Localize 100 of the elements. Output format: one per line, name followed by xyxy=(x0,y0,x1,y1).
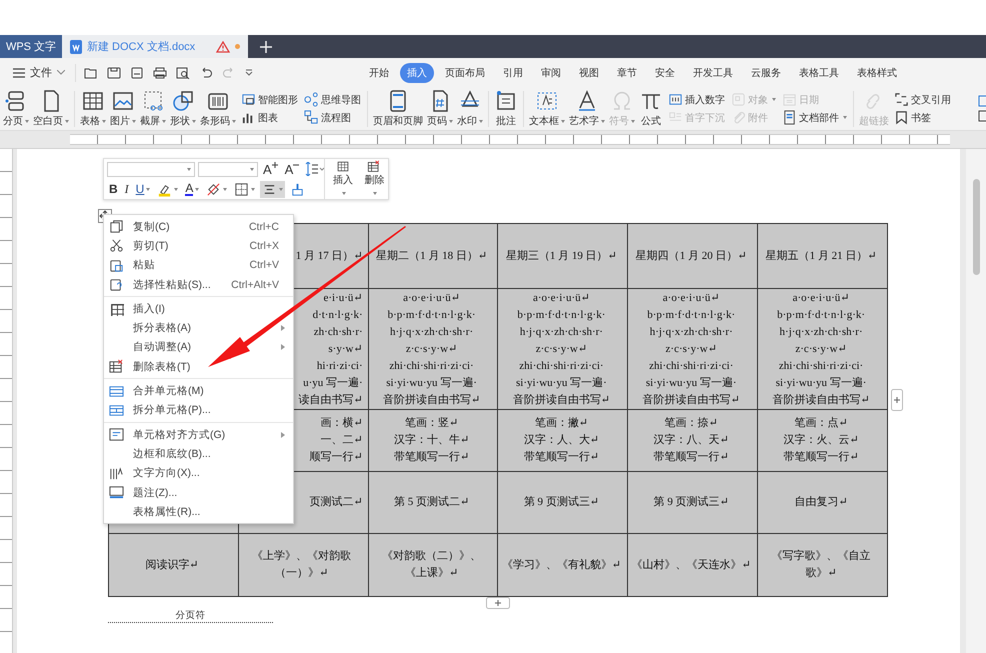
ribbon-tab[interactable]: 审阅 xyxy=(534,62,568,82)
ribbon-button[interactable]: 文本框 xyxy=(528,89,566,128)
table-cell: 阅读识字↵ xyxy=(108,534,238,596)
bold-button[interactable]: B xyxy=(107,180,120,198)
ribbon-tab[interactable]: 页面布局 xyxy=(438,62,492,82)
ribbon-button[interactable]: 空白页 xyxy=(32,89,70,128)
copy-icon xyxy=(109,219,124,234)
pdf-export-icon[interactable] xyxy=(130,66,144,78)
ribbon-tab[interactable]: 插入 xyxy=(400,62,434,82)
comment-icon xyxy=(494,89,518,113)
caret-icon xyxy=(57,70,65,75)
ribbon-button[interactable]: 条形码 xyxy=(199,89,237,128)
delete-table-button[interactable]: 删除 xyxy=(360,159,388,199)
underline-button[interactable]: U xyxy=(134,180,152,198)
app-tab[interactable]: WPS 文字 xyxy=(0,35,62,58)
minus-icon xyxy=(293,162,300,168)
table-cell: 笔画：竖↵ 汉字：十、牛↵ 带笔顺写一行↵ xyxy=(368,410,498,472)
table-cell: 星期二（1 月 18 日）↵ xyxy=(368,224,498,288)
painter-icon xyxy=(290,182,306,196)
ribbon-tab[interactable]: 表格样式 xyxy=(850,62,904,82)
merge-cells-icon xyxy=(109,384,124,399)
ribbon-button[interactable]: 插入数字 xyxy=(666,92,727,107)
ribbon-tab[interactable]: 视图 xyxy=(572,62,606,82)
split-cells-icon xyxy=(109,402,124,418)
open-folder-icon[interactable] xyxy=(84,66,98,78)
save-icon[interactable] xyxy=(107,66,121,78)
table-cell: 《山村》、《天连水》↵ xyxy=(628,534,758,596)
ribbon-button[interactable]: 批注 xyxy=(493,89,519,128)
table-cell: a·o·e·i·u·ü↵ b·p·m·f·d·t·n·l·g·k· h·j·q·x·zh·ch·sh·r· z·c·s·y·w↵ zhi·chi·shi·ri·zi·ci· si·yi·wu·yu 写一遍· 音阶拼读自由书写↵ xyxy=(758,288,888,410)
table-cell: 《对韵歌（二）》、 《上课》↵ xyxy=(368,534,498,596)
ribbon-button[interactable]: 艺术字 xyxy=(568,89,606,128)
new-tab-icon[interactable] xyxy=(260,40,272,52)
ribbon-button[interactable]: 形状 xyxy=(169,89,197,128)
ribbon-button[interactable]: 思维导图 xyxy=(302,92,363,107)
font-size-field[interactable] xyxy=(198,162,258,176)
caption-icon xyxy=(109,485,124,500)
number-icon xyxy=(668,92,683,107)
table-cell: 笔画：捺↵ 汉字：八、天↵ 带笔顺写一行↵ xyxy=(628,410,758,472)
grow-font-button[interactable]: A xyxy=(261,162,280,176)
shrink-font-button[interactable]: A xyxy=(282,162,302,176)
bookmark-icon xyxy=(894,110,909,125)
flowchart-icon xyxy=(304,110,319,125)
document-tab[interactable]: 新建 DOCX 文档.docx xyxy=(62,35,248,58)
ribbon-button[interactable]: 图片 xyxy=(109,89,137,128)
font-color-button[interactable]: A xyxy=(183,180,202,198)
table-cell: 第 5 页测试二↵ xyxy=(368,472,498,534)
font-name-field[interactable] xyxy=(107,162,195,176)
ribbon-button[interactable]: 交叉引用 xyxy=(892,92,953,107)
add-column-icon[interactable] xyxy=(891,389,903,411)
file-menu-button[interactable]: 文件 xyxy=(11,63,67,82)
italic-button[interactable]: I xyxy=(122,180,131,198)
align-icon xyxy=(109,427,124,442)
scrollbar[interactable] xyxy=(966,149,986,653)
document-icon xyxy=(70,40,82,54)
smart-graphic-icon xyxy=(241,92,256,107)
line-spacing-icon[interactable] xyxy=(304,162,324,176)
clipboard-question-icon xyxy=(109,277,124,292)
ribbon-tab[interactable]: 章节 xyxy=(610,62,644,82)
insert-table-button[interactable]: 插入 xyxy=(329,159,357,199)
plus-icon xyxy=(272,162,278,168)
ribbon-button[interactable]: 公式 xyxy=(638,89,664,128)
ribbon-button[interactable]: 流程图 xyxy=(302,110,363,125)
ribbon-tab[interactable]: 开发工具 xyxy=(686,62,740,82)
table-cell: 星期四（1 月 20 日）↵ xyxy=(628,224,758,288)
add-row-icon[interactable] xyxy=(486,597,510,609)
ribbon-button[interactable]: 图表 xyxy=(239,110,300,125)
ribbon-button[interactable]: 分页 xyxy=(2,89,30,128)
ribbon-tab[interactable]: 表格工具 xyxy=(792,62,846,82)
ribbon-button[interactable]: 截屏 xyxy=(139,89,167,128)
table-cell: 《写字歌》、《自立 歌》↵ xyxy=(758,534,888,596)
customize-caret-icon[interactable] xyxy=(245,68,253,76)
align-button[interactable] xyxy=(260,180,286,198)
menu-icon xyxy=(13,68,25,78)
menu-item[interactable]: 删除表格(T) xyxy=(104,357,293,376)
menu-item[interactable]: 插入(I) xyxy=(104,299,293,318)
ribbon-tab[interactable]: 安全 xyxy=(648,62,682,82)
ribbon-tab[interactable]: 开始 xyxy=(362,62,396,82)
ribbon-button[interactable]: 水印 xyxy=(456,89,484,128)
ribbon-button[interactable]: 智能图形 xyxy=(239,92,300,107)
print-icon[interactable] xyxy=(153,66,167,78)
ribbon-button[interactable]: 表格 xyxy=(79,89,107,128)
ribbon-button[interactable]: 页眉和页脚 xyxy=(372,89,424,128)
object-icon xyxy=(731,92,746,107)
table-cell: 《学习》、《有礼貌》↵ xyxy=(498,534,628,596)
clipboard-icon xyxy=(109,258,124,273)
ribbon-button[interactable]: 书签 xyxy=(892,110,953,125)
shape-icon xyxy=(171,89,195,113)
print-preview-icon[interactable] xyxy=(176,66,190,78)
cross-reference-icon xyxy=(894,92,909,107)
table-delete-icon xyxy=(109,359,124,374)
ribbon-tab[interactable]: 云服务 xyxy=(744,62,788,82)
table-cell: 星期五（1 月 21 日）↵ xyxy=(758,224,888,288)
ribbon-tab[interactable]: 引用 xyxy=(496,62,530,82)
ribbon-button[interactable]: 页码 xyxy=(426,89,454,128)
table-cell: 星期三（1 月 19 日）↵ xyxy=(498,224,628,288)
table-cell: a·o·e·i·u·ü↵ b·p·m·f·d·t·n·l·g·k· h·j·q·x·zh·ch·sh·r· z·c·s·y·w↵ zhi·chi·shi·ri·zi·ci· si·yi·wu·yu 写一遍· 音阶拼读自由书写↵ xyxy=(368,288,498,410)
table-cell: a·o·e·i·u·ü↵ b·p·m·f·d·t·n·l·g·k· h·j·q·x·zh·ch·sh·r· z·c·s·y·w↵ zhi·chi·shi·ri·zi·ci· si·yi·wu·yu 写一遍· 音阶拼读自由书写↵ xyxy=(498,288,628,410)
ribbon-button[interactable]: 文档部件 xyxy=(780,110,849,125)
table-cell: 《上学》、《对韵歌 （一）》↵ xyxy=(238,534,368,596)
table-cell: 第 9 页测试三↵ xyxy=(498,472,628,534)
